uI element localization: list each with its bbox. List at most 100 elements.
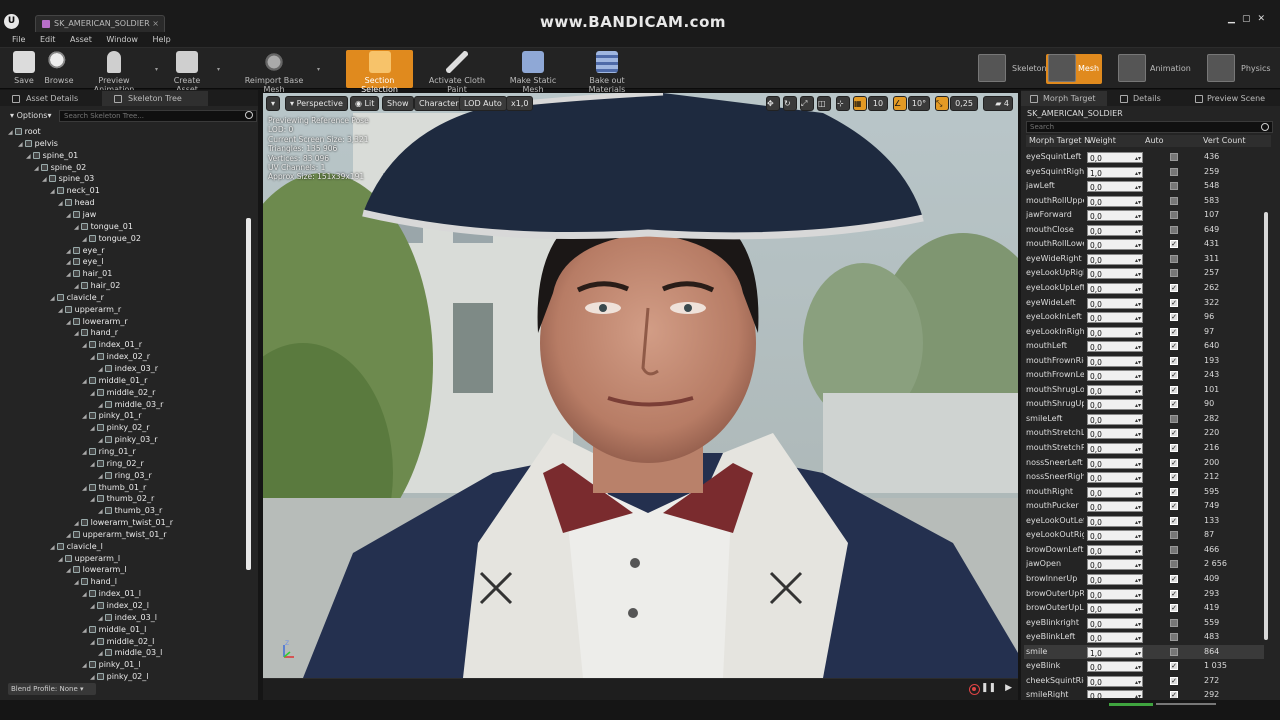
close-window-icon[interactable]: ✕ [1257,14,1272,24]
auto-checkbox[interactable]: ✓ [1170,400,1178,409]
expand-arrow-icon[interactable]: ◢ [90,674,95,681]
morph-weight-field[interactable]: 0,0 ▴▾ [1087,544,1143,557]
morph-target-row[interactable]: eyeBlinkright 0,0 ▴▾ 559 [1024,616,1264,630]
auto-checkbox[interactable]: ✓ [1170,444,1178,452]
bone-tree-row[interactable]: ◢ index_03_l [98,612,157,624]
morph-weight-field[interactable]: 0,0 ▴▾ [1087,632,1143,644]
bone-tree-row[interactable]: ◢ tongue_01 [74,221,133,233]
surface-snap-icon[interactable]: ⊹ [836,96,850,111]
bone-tree-row[interactable]: ◢ index_01_r [82,339,142,351]
bone-tree-row[interactable]: ◢ pelvis [18,138,58,150]
rotation-snap-toggle[interactable]: ∠ [893,96,907,111]
expand-arrow-icon[interactable]: ◢ [34,165,39,172]
bone-tree-row[interactable]: ◢ thumb_03_r [98,505,162,517]
expand-arrow-icon[interactable]: ◢ [90,425,95,432]
morph-weight-field[interactable]: 0,0 ▴▾ [1087,530,1143,542]
spin-arrows-icon[interactable]: ▴▾ [1135,299,1141,310]
morph-weight-field[interactable]: 0,0 ▴▾ [1087,181,1143,193]
morph-weight-field[interactable]: 0,0 ▴▾ [1087,603,1143,615]
expand-arrow-icon[interactable]: ◢ [66,319,71,326]
morph-target-row[interactable]: mouthFrownLeft 0,0 ▴▾ ✓ 243 [1024,368,1264,382]
spin-arrows-icon[interactable]: ▴▾ [1135,444,1141,455]
tab-details[interactable]: Details [1111,91,1175,106]
spin-arrows-icon[interactable]: ▴▾ [1135,211,1141,222]
scale-snap-value[interactable]: 0,25 [950,96,978,111]
morph-weight-field[interactable]: 0,0 ▴▾ [1087,588,1143,600]
activate-cloth-paint-button[interactable]: Activate Cloth Paint [420,50,494,94]
viewport-menu-button[interactable]: ▾ [266,96,281,111]
bone-tree-row[interactable]: ◢ pinky_01_r [82,410,142,422]
morph-list-scrollbar[interactable] [1264,212,1268,640]
lod-button[interactable]: LOD Auto [459,96,507,111]
spin-arrows-icon[interactable]: ▴▾ [1135,546,1141,557]
bone-tree-row[interactable]: ◢ middle_01_r [82,375,147,387]
menu-help[interactable]: Help [141,33,171,46]
bone-tree-row[interactable]: ◢ middle_02_r [90,387,155,399]
bone-tree-row[interactable]: ◢ thumb_02_r [90,493,154,505]
expand-arrow-icon[interactable]: ◢ [98,615,103,622]
morph-weight-field[interactable]: 0,0 ▴▾ [1087,413,1143,425]
morph-target-row[interactable]: jawLeft 0,0 ▴▾ 548 [1024,179,1264,193]
expand-arrow-icon[interactable]: ◢ [50,188,55,195]
minimize-icon[interactable]: ▁ [1228,14,1242,24]
morph-target-row[interactable]: eyeSquintRight 1,0 ▴▾ 259 [1024,165,1264,179]
spin-arrows-icon[interactable]: ▴▾ [1135,284,1141,295]
auto-checkbox[interactable] [1170,269,1178,278]
expand-arrow-icon[interactable]: ◢ [98,508,103,515]
morph-weight-field[interactable]: 0,0 ▴▾ [1087,312,1143,324]
morph-weight-field[interactable]: 0,0 ▴▾ [1087,326,1143,338]
morph-target-row[interactable]: browOuterUpRight 0,0 ▴▾ ✓ 293 [1024,587,1264,601]
expand-arrow-icon[interactable]: ◢ [66,567,71,574]
bone-tree-row[interactable]: ◢ spine_03 [42,173,94,185]
morph-target-row[interactable]: mouthRight 0,0 ▴▾ ✓ 595 [1024,485,1264,499]
spin-arrows-icon[interactable]: ▴▾ [1135,342,1141,353]
morph-target-row[interactable]: cheekSquintRight 0,0 ▴▾ ✓ 272 [1024,674,1264,688]
grid-snap-value[interactable]: 10 [868,96,888,111]
expand-arrow-icon[interactable]: ◢ [66,532,71,539]
auto-checkbox[interactable]: ✓ [1170,371,1178,380]
morph-weight-field[interactable]: 0,0 ▴▾ [1087,253,1143,265]
expand-arrow-icon[interactable]: ◢ [58,556,63,563]
auto-checkbox[interactable]: ✓ [1170,516,1178,525]
world-local-icon[interactable]: ◫ [817,96,831,111]
auto-checkbox[interactable] [1170,225,1178,234]
rotate-icon[interactable]: ↻ [783,96,797,111]
bone-tree-row[interactable]: ◢ pinky_03_r [98,434,158,446]
auto-checkbox[interactable] [1170,196,1178,205]
expand-arrow-icon[interactable]: ◢ [82,485,87,492]
morph-target-row[interactable]: mouthRollUpper 0,0 ▴▾ 583 [1024,194,1264,208]
morph-target-row[interactable]: mouthShrugLower 0,0 ▴▾ ✓ 101 [1024,383,1264,397]
expand-arrow-icon[interactable]: ◢ [82,627,87,634]
menu-window[interactable]: Window [94,33,138,46]
morph-weight-field[interactable]: 0,0 ▴▾ [1087,282,1143,295]
morph-target-row[interactable]: mouthStretchLeft 0,0 ▴▾ ✓ 220 [1024,426,1264,440]
scale-snap-toggle[interactable]: ⤡ [935,96,949,111]
bone-tree-row[interactable]: ◢ neck_01 [50,185,100,197]
pause-icon[interactable]: ❚❚ [981,683,996,693]
morph-weight-field[interactable]: 0,0 ▴▾ [1087,152,1143,163]
auto-checkbox[interactable]: ✓ [1170,313,1178,322]
bone-tree-row[interactable]: ◢ head [58,197,95,209]
record-button[interactable] [969,684,980,695]
morph-target-row[interactable]: browDownLeft 0,0 ▴▾ 466 [1024,543,1264,557]
morph-target-row[interactable]: mouthShrugUpper 0,0 ▴▾ ✓ 90 [1024,397,1264,411]
bone-tree-row[interactable]: ◢ upperarm_twist_01_r [66,529,167,541]
window-controls[interactable]: ▁▢✕ [1228,14,1272,24]
rotation-snap-value[interactable]: 10° [908,96,930,111]
morph-target-row[interactable]: eyeLookUpRight 0,0 ▴▾ 257 [1024,266,1264,280]
menu-asset[interactable]: Asset [58,33,92,46]
character-button[interactable]: Character [414,96,464,111]
morph-target-row[interactable]: eyeWideRight 0,0 ▴▾ 311 [1024,252,1264,266]
morph-target-row[interactable]: eyeLookInRight 0,0 ▴▾ ✓ 97 [1024,325,1264,339]
morph-weight-field[interactable]: 0,0 ▴▾ [1087,486,1143,498]
bone-tree-row[interactable]: ◢ hand_r [74,327,118,339]
morph-weight-field[interactable]: 0,0 ▴▾ [1087,268,1143,280]
save-button[interactable]: Save [8,50,40,88]
expand-arrow-icon[interactable]: ◢ [74,330,79,337]
morph-target-row[interactable]: eyeLookUpLeft 0,0 ▴▾ ✓ 262 [1024,281,1264,295]
auto-checkbox[interactable]: ✓ [1170,385,1178,394]
create-asset-button[interactable]: Create Asset ▾ [162,50,220,94]
bone-tree-row[interactable]: ◢ ring_01_r [82,446,136,458]
spin-arrows-icon[interactable]: ▴▾ [1135,648,1141,659]
morph-weight-field[interactable]: 1,0 ▴▾ [1087,166,1143,178]
